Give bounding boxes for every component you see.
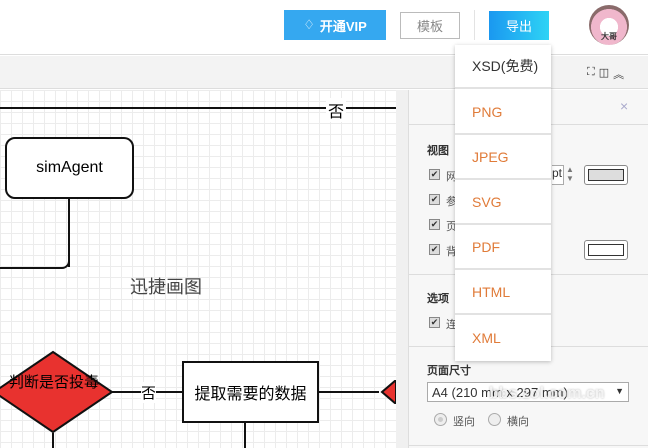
radio-label: 竖向 bbox=[453, 416, 475, 428]
edge bbox=[244, 423, 246, 448]
process-node[interactable]: 提取需要的数据 bbox=[182, 361, 319, 423]
background-color-swatch[interactable] bbox=[584, 240, 628, 260]
export-png[interactable]: PNG bbox=[455, 91, 551, 135]
radio-portrait[interactable] bbox=[435, 414, 446, 425]
collapse-icon[interactable]: ︽ bbox=[613, 66, 624, 82]
close-icon[interactable]: × bbox=[620, 98, 628, 114]
grid-color-swatch[interactable] bbox=[584, 165, 628, 185]
diagram-canvas[interactable]: 否 simAgent 迅捷画图 判断是否投毒 否 提取需要的数据 bbox=[0, 90, 396, 448]
checkbox[interactable]: ✔ bbox=[429, 194, 440, 205]
export-button[interactable]: 导出 bbox=[489, 11, 549, 40]
export-xml[interactable]: XML bbox=[455, 316, 551, 360]
avatar[interactable]: 大哥 bbox=[589, 5, 629, 45]
edge bbox=[0, 255, 70, 269]
diamond-icon: ♢ bbox=[303, 17, 315, 32]
checkbox[interactable]: ✔ bbox=[429, 244, 440, 255]
checkbox[interactable]: ✔ bbox=[429, 219, 440, 230]
export-xsd[interactable]: XSD(免费) bbox=[455, 45, 551, 89]
checkbox[interactable]: ✔ bbox=[429, 169, 440, 180]
canvas-title: 迅捷画图 bbox=[130, 277, 202, 297]
checkbox[interactable]: ✔ bbox=[429, 317, 440, 328]
fullscreen-icon[interactable]: ⛶ bbox=[587, 66, 595, 82]
view-heading: 视图 bbox=[427, 145, 449, 157]
node-simagent[interactable]: simAgent bbox=[5, 137, 134, 199]
edge bbox=[52, 433, 54, 448]
edge bbox=[319, 391, 379, 393]
grid-size-input[interactable]: pt bbox=[552, 165, 564, 185]
vip-label: 开通VIP bbox=[319, 18, 367, 34]
options-heading: 选项 bbox=[427, 293, 449, 305]
export-html[interactable]: HTML bbox=[455, 271, 551, 315]
template-button[interactable]: 模板 bbox=[400, 12, 460, 39]
toolbar-icons: ⛶ ◫ ︽ bbox=[587, 66, 624, 82]
export-svg[interactable]: SVG bbox=[455, 181, 551, 225]
watermark: bbs.zol.com.cn bbox=[489, 385, 605, 402]
export-pdf[interactable]: PDF bbox=[455, 226, 551, 270]
edge-label: 否 bbox=[141, 382, 157, 403]
edge-label: 否 bbox=[326, 98, 347, 122]
dropdown-arrow-icon: ▼ bbox=[615, 386, 624, 396]
open-vip-button[interactable]: ♢ 开通VIP bbox=[284, 10, 386, 40]
page-size-heading: 页面尺寸 bbox=[427, 365, 471, 377]
canvas-scrollbar[interactable] bbox=[396, 90, 408, 448]
divider bbox=[474, 10, 475, 40]
radio-landscape[interactable] bbox=[489, 414, 500, 425]
export-jpeg[interactable]: JPEG bbox=[455, 136, 551, 180]
radio-label: 横向 bbox=[507, 416, 529, 428]
panel-toggle-icon[interactable]: ◫ bbox=[599, 66, 609, 82]
diamond-label: 判断是否投毒 bbox=[8, 374, 99, 391]
decision-diamond-partial[interactable] bbox=[380, 380, 396, 404]
spinner-icon[interactable]: ▲ ▼ bbox=[566, 165, 574, 183]
export-menu: XSD(免费) PNG JPEG SVG PDF HTML XML bbox=[455, 45, 551, 361]
